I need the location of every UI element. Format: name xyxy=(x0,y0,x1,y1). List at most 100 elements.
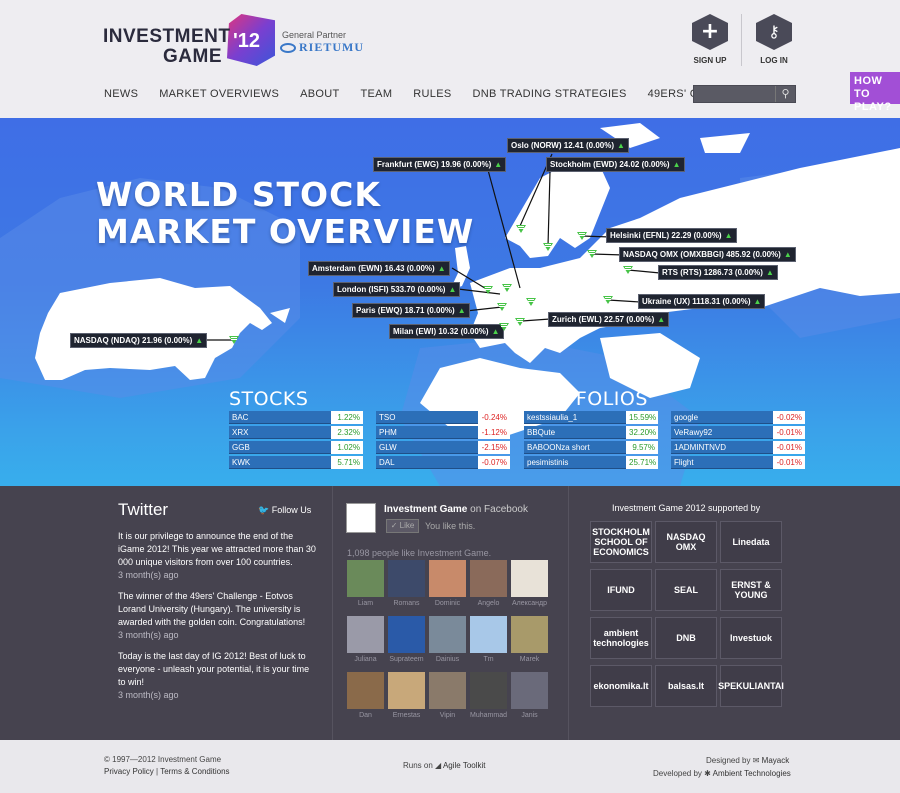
nav-news[interactable]: NEWS xyxy=(104,88,138,100)
login-button[interactable]: ⚷ LOG IN xyxy=(754,14,794,65)
logo-line2: GAME xyxy=(163,46,222,67)
fan-avatar[interactable]: Ernestas xyxy=(388,672,425,719)
market-label-paris[interactable]: Paris (EWQ) 18.71 (0.00%) ▲ xyxy=(352,303,470,318)
facebook-page-name[interactable]: Investment Game on Facebook xyxy=(384,504,528,515)
fan-avatar[interactable]: Juliana xyxy=(347,616,384,663)
sponsor-logo[interactable]: NASDAQ OMX xyxy=(655,521,717,563)
sponsor-logo[interactable]: DNB xyxy=(655,617,717,659)
table-row[interactable]: TSO -0.24% xyxy=(376,411,510,424)
table-row[interactable]: Flight -0.01% xyxy=(671,456,805,469)
market-label-nasdaq[interactable]: NASDAQ (NDAQ) 21.96 (0.00%) ▲ xyxy=(70,333,208,348)
table-row[interactable]: pesimistinis 25.71% xyxy=(524,456,658,469)
table-row[interactable]: DAL -0.07% xyxy=(376,456,510,469)
fan-avatar[interactable]: Romans xyxy=(388,560,425,607)
how-to-play-button[interactable]: HOW TO PLAY? xyxy=(850,72,900,113)
fan-avatar[interactable]: Angelo xyxy=(470,560,507,607)
developed-label: Developed by xyxy=(653,769,702,778)
row-name: VeRawy92 xyxy=(671,426,773,439)
fan-avatar[interactable]: Muhammad xyxy=(470,672,507,719)
up-arrow-icon: ▲ xyxy=(437,264,446,273)
market-text: Amsterdam (EWN) 16.43 (0.00%) xyxy=(312,264,435,273)
fan-avatar[interactable]: Marek xyxy=(511,616,548,663)
avatar xyxy=(388,616,425,653)
table-row[interactable]: BAC 1.22% xyxy=(229,411,363,424)
search-input[interactable] xyxy=(694,88,776,105)
row-name: 1ADMINTNVD xyxy=(671,441,773,454)
nav-market-overviews[interactable]: MARKET OVERVIEWS xyxy=(159,88,279,100)
fan-avatar[interactable]: Tm xyxy=(470,616,507,663)
tweet-time[interactable]: 3 month(s) ago xyxy=(118,569,318,582)
sponsor-logo[interactable]: Linedata xyxy=(720,521,782,563)
row-name: google xyxy=(671,411,773,424)
market-label-frankfurt[interactable]: Frankfurt (EWG) 19.96 (0.00%) ▲ xyxy=(373,157,507,172)
table-row[interactable]: BBQute 32.20% xyxy=(524,426,658,439)
designer-link[interactable]: Mayack xyxy=(762,756,790,765)
table-row[interactable]: google -0.02% xyxy=(671,411,805,424)
table-row[interactable]: KWK 5.71% xyxy=(229,456,363,469)
market-pin-icon xyxy=(543,243,553,253)
market-pin-icon xyxy=(623,266,633,276)
agile-toolkit-link[interactable]: Agile Toolkit xyxy=(443,761,486,770)
market-label-london[interactable]: London (ISFI) 533.70 (0.00%) ▲ xyxy=(333,282,461,297)
table-row[interactable]: XRX 2.32% xyxy=(229,426,363,439)
market-label-helsinki[interactable]: Helsinki (EFNL) 22.29 (0.00%) ▲ xyxy=(606,228,737,243)
fan-avatar[interactable]: Janis xyxy=(511,672,548,719)
market-label-amsterdam[interactable]: Amsterdam (EWN) 16.43 (0.00%) ▲ xyxy=(308,261,450,276)
sponsor-logo[interactable]: ekonomika.lt xyxy=(590,665,652,707)
signup-button[interactable]: + SIGN UP xyxy=(690,14,730,65)
fan-avatar[interactable]: Vipin xyxy=(429,672,466,719)
sponsor-logo[interactable]: SPEKULIANTAI xyxy=(718,665,784,707)
sponsor-logo[interactable]: balsas.lt xyxy=(655,665,717,707)
fan-avatar[interactable]: Dan xyxy=(347,672,384,719)
market-text: Ukraine (UX) 1118.31 (0.00%) xyxy=(642,297,751,306)
sponsor-logo[interactable]: ambient technologies xyxy=(590,617,652,659)
table-row[interactable]: 1ADMINTNVD -0.01% xyxy=(671,441,805,454)
nav-about[interactable]: ABOUT xyxy=(300,88,339,100)
table-row[interactable]: VeRawy92 -0.01% xyxy=(671,426,805,439)
table-row[interactable]: kestssiaulia_1 15.59% xyxy=(524,411,658,424)
search-icon[interactable]: ⚲ xyxy=(775,86,795,102)
fan-name: Dainius xyxy=(435,656,460,663)
stocks-title: STOCKS xyxy=(229,388,309,410)
fan-avatar[interactable]: Dainius xyxy=(429,616,466,663)
market-label-oslo[interactable]: Oslo (NORW) 12.41 (0.00%) ▲ xyxy=(507,138,629,153)
sponsor-logo[interactable]: ERNST & YOUNG xyxy=(720,569,782,611)
nav-rules[interactable]: RULES xyxy=(413,88,451,100)
table-row[interactable]: BABOONza short 9.57% xyxy=(524,441,658,454)
market-label-stockholm[interactable]: Stockholm (EWD) 24.02 (0.00%) ▲ xyxy=(546,157,685,172)
table-row[interactable]: PHM -1.12% xyxy=(376,426,510,439)
table-row[interactable]: GLW -2.15% xyxy=(376,441,510,454)
fan-name: Liam xyxy=(357,600,374,607)
fan-avatar[interactable]: Dominic xyxy=(429,560,466,607)
sponsor-logo[interactable]: IFUND xyxy=(590,569,652,611)
row-value: 2.32% xyxy=(331,426,363,439)
portfolios-losers-table: google -0.02% VeRawy92 -0.01% 1ADMINTNVD -0… xyxy=(671,411,805,471)
tweet-time[interactable]: 3 month(s) ago xyxy=(118,629,318,642)
twitter-follow-link[interactable]: 🐦 Follow Us xyxy=(258,505,311,516)
tweet-time[interactable]: 3 month(s) ago xyxy=(118,689,318,702)
facebook-like-button[interactable]: ✓ Like xyxy=(386,519,419,533)
partner-logo[interactable]: RIETUMU xyxy=(280,40,364,55)
nav-team[interactable]: TEAM xyxy=(361,88,393,100)
sponsor-logo[interactable]: SEAL xyxy=(655,569,717,611)
like-label: Like xyxy=(399,521,415,530)
fan-avatar[interactable]: Александр xyxy=(511,560,548,607)
sponsor-logo[interactable]: Investuok xyxy=(720,617,782,659)
market-label-rts[interactable]: RTS (RTS) 1286.73 (0.00%) ▲ xyxy=(658,265,778,280)
privacy-policy-link[interactable]: Privacy Policy xyxy=(104,767,154,776)
developer-link[interactable]: Ambient Technologies xyxy=(713,769,791,778)
market-label-milan[interactable]: Milan (EWI) 10.32 (0.00%) ▲ xyxy=(389,324,504,339)
market-label-zurich[interactable]: Zurich (EWL) 22.57 (0.00%) ▲ xyxy=(548,312,670,327)
sponsor-logo[interactable]: STOCKHOLM SCHOOL OF ECONOMICS xyxy=(590,521,652,563)
fan-avatar[interactable]: Suprateem xyxy=(388,616,425,663)
twitter-bird-icon: 🐦 xyxy=(258,505,270,515)
terms-link[interactable]: Terms & Conditions xyxy=(160,767,229,776)
search-box: ⚲ xyxy=(693,85,796,105)
fan-avatar[interactable]: Liam xyxy=(347,560,384,607)
mayack-icon: ✉ xyxy=(752,756,760,765)
market-label-ukraine[interactable]: Ukraine (UX) 1118.31 (0.00%) ▲ xyxy=(638,294,766,309)
table-row[interactable]: GGB 1.02% xyxy=(229,441,363,454)
nav-dnb-trading-strategies[interactable]: DNB TRADING STRATEGIES xyxy=(472,88,626,100)
facebook-page-avatar[interactable] xyxy=(346,503,376,533)
market-label-nasdaq-omx[interactable]: NASDAQ OMX (OMXBBGI) 485.92 (0.00%) ▲ xyxy=(619,247,796,262)
